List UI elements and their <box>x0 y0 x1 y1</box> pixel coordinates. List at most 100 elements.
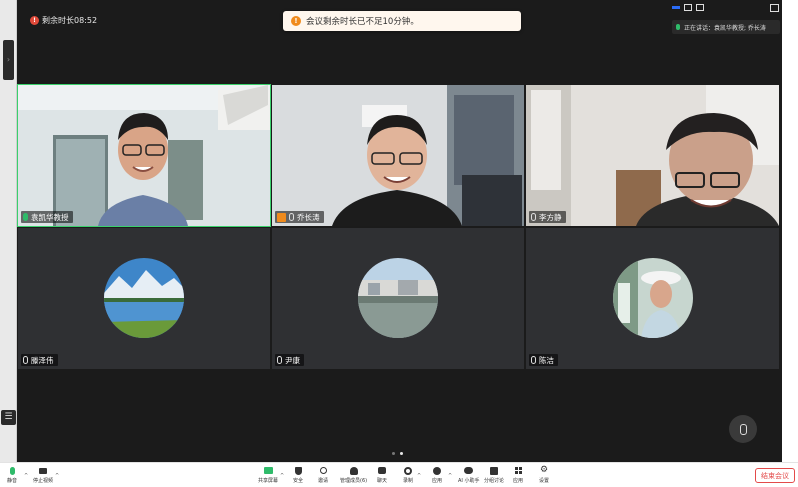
ai-assistant-label: AI 小助手 <box>458 478 480 484</box>
mute-options-chevron-icon[interactable]: ^ <box>24 473 28 479</box>
stop-video-label: 停止视频 <box>33 478 54 484</box>
meeting-timer: ! 剩余时长08:52 <box>30 15 97 26</box>
apps-button[interactable]: 应用 <box>432 466 442 484</box>
participant-name-tag: 滕泽伟 <box>21 354 58 366</box>
participant-name-tag: 乔长涛 <box>275 211 324 223</box>
video-tile[interactable]: 乔长涛 <box>272 85 524 226</box>
invite-label: 邀请 <box>318 478 329 484</box>
avatar-tile[interactable]: 尹康 <box>272 228 524 369</box>
member-list-icon[interactable]: ☰ <box>1 410 16 425</box>
record-button[interactable]: 录制 <box>403 466 413 484</box>
manage-members-label: 管理成员(6) <box>340 478 368 484</box>
settings-label: 设置 <box>539 478 550 484</box>
applications-button[interactable]: 应用 <box>513 466 523 484</box>
participant-video <box>526 85 779 226</box>
avatar <box>358 258 438 338</box>
apps-options-chevron-icon[interactable]: ^ <box>448 473 452 479</box>
microphone-icon <box>8 466 17 475</box>
participant-video <box>18 85 270 226</box>
participant-name: 乔长涛 <box>297 212 320 222</box>
meeting-toolbar: 静音 ^ 停止视频 ^ 共享屏幕 ^ 安全 邀请 管理成员(6) 聊天 录制 ^… <box>0 462 798 487</box>
fullscreen-icon[interactable] <box>770 4 779 12</box>
mic-icon <box>739 423 747 435</box>
left-sidebar: › ☰ <box>0 0 17 462</box>
participant-name: 袁凯华教授 <box>31 212 69 222</box>
mic-icon <box>289 213 294 221</box>
apps-icon <box>433 466 442 475</box>
speaking-mic-icon <box>676 24 680 30</box>
video-options-chevron-icon[interactable]: ^ <box>55 473 59 479</box>
share-screen-button[interactable]: 共享屏幕 <box>258 466 278 484</box>
invite-button[interactable]: 邀请 <box>318 466 328 484</box>
avatar <box>104 258 184 338</box>
mic-active-icon <box>23 213 28 221</box>
record-icon <box>404 466 413 475</box>
collapse-chevron-icon[interactable]: › <box>3 40 14 80</box>
members-icon <box>349 466 358 475</box>
manage-members-button[interactable]: 管理成员(6) <box>340 466 367 484</box>
time-warning-toast: ! 会议剩余时长已不足10分钟。 <box>283 11 521 31</box>
participant-name: 尹康 <box>285 355 300 365</box>
video-tile[interactable]: 袁凯华教授 <box>17 84 271 227</box>
chat-label: 聊天 <box>377 478 388 484</box>
gear-icon: ⚙ <box>539 465 549 475</box>
ai-assistant-icon <box>464 466 474 475</box>
speaker-view-icon[interactable] <box>672 6 680 9</box>
gallery-view-icon[interactable] <box>684 4 692 11</box>
mic-icon <box>531 213 536 221</box>
participant-name: 滕泽伟 <box>31 355 54 365</box>
mic-icon <box>277 356 282 364</box>
share-screen-label: 共享屏幕 <box>258 478 279 484</box>
avatar <box>613 258 693 338</box>
grid-apps-icon <box>514 466 523 475</box>
list-view-icon[interactable] <box>696 4 704 11</box>
share-screen-icon <box>263 466 273 475</box>
toast-text: 会议剩余时长已不足10分钟。 <box>306 17 419 27</box>
page-indicator <box>392 452 403 455</box>
timer-text: 剩余时长08:52 <box>42 16 98 25</box>
chat-icon <box>378 466 387 475</box>
warning-icon: ! <box>291 16 301 26</box>
share-options-chevron-icon[interactable]: ^ <box>280 473 284 479</box>
breakout-label: 分组讨论 <box>484 478 505 484</box>
speaking-indicator: 正在讲话：袁凯华教授; 乔长涛 <box>672 20 780 34</box>
participant-name: 陈洁 <box>539 355 554 365</box>
avatar-tile[interactable]: 滕泽伟 <box>18 228 270 369</box>
floating-mic-button[interactable] <box>729 415 757 443</box>
avatar-image <box>613 258 693 338</box>
participant-name-tag: 袁凯华教授 <box>21 211 73 223</box>
host-badge-icon <box>277 212 286 222</box>
end-meeting-button[interactable]: 结束会议 <box>755 468 795 483</box>
add-user-icon <box>319 466 328 475</box>
record-options-chevron-icon[interactable]: ^ <box>417 473 421 479</box>
chat-button[interactable]: 聊天 <box>377 466 387 484</box>
shield-icon <box>294 466 303 475</box>
ai-assistant-button[interactable]: AI 小助手 <box>458 466 480 484</box>
mute-button[interactable]: 静音 <box>7 466 17 484</box>
record-label: 录制 <box>403 478 414 484</box>
participant-name-tag: 李方静 <box>529 211 566 223</box>
page-dot-active[interactable] <box>400 452 403 455</box>
participant-name-tag: 陈洁 <box>529 354 558 366</box>
security-button[interactable]: 安全 <box>293 466 303 484</box>
participant-name: 李方静 <box>539 212 562 222</box>
applications-label: 应用 <box>513 478 524 484</box>
page-dot[interactable] <box>392 452 395 455</box>
apps-label: 应用 <box>432 478 443 484</box>
breakout-button[interactable]: 分组讨论 <box>484 466 504 484</box>
clock-icon: ! <box>30 16 39 25</box>
mute-label: 静音 <box>7 478 18 484</box>
right-edge <box>782 0 798 462</box>
avatar-image <box>358 258 438 338</box>
avatar-tile[interactable]: 陈洁 <box>526 228 779 369</box>
stop-video-button[interactable]: 停止视频 <box>33 466 53 484</box>
participant-name-tag: 尹康 <box>275 354 304 366</box>
participant-video <box>272 85 524 226</box>
settings-button[interactable]: ⚙ 设置 <box>539 465 550 485</box>
avatar-image <box>104 258 184 338</box>
mic-icon <box>23 356 28 364</box>
mic-icon <box>531 356 536 364</box>
security-label: 安全 <box>293 478 304 484</box>
video-tile[interactable]: 李方静 <box>526 85 779 226</box>
speaking-text: 正在讲话：袁凯华教授; 乔长涛 <box>684 24 766 32</box>
